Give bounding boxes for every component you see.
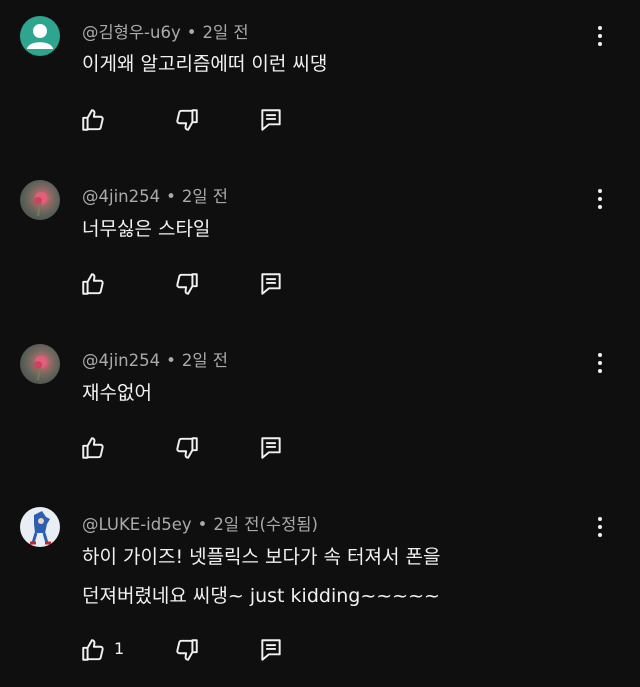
comment-text: 이게왜 알고리즘에떠 이런 씨댕 (82, 47, 327, 81)
comment-text-line: 던져버렸네요 씨댕~ just kidding~~~~~ (82, 585, 440, 607)
avatar[interactable] (20, 507, 60, 547)
avatar[interactable] (20, 16, 60, 56)
comment-actions (80, 435, 380, 461)
like-button[interactable] (80, 271, 106, 297)
dislike-button[interactable] (174, 435, 200, 461)
rose-avatar-icon (34, 356, 47, 381)
comment-item: @4jin254 • 2일 전 재수없어 (0, 330, 640, 495)
thumbs-down-icon (176, 109, 198, 131)
like-button[interactable] (80, 435, 106, 461)
comment-actions (80, 107, 380, 133)
reply-comment-icon (261, 639, 281, 661)
comment-item: @4jin254 • 2일 전 너무싫은 스타일 (0, 165, 640, 330)
comment-author[interactable]: @4jin254 (82, 187, 160, 206)
edited-label: (수정됨) (259, 515, 318, 534)
default-avatar-icon (27, 24, 53, 49)
comment-author[interactable]: @LUKE-id5ey (82, 515, 192, 534)
comment-text-line: 너무싫은 스타일 (82, 218, 211, 240)
comment-item: @김형우-u6y • 2일 전 이게왜 알고리즘에떠 이런 씨댕 (0, 0, 640, 165)
comment-actions (80, 271, 380, 297)
rose-avatar-icon (34, 192, 47, 217)
comment-meta: @4jin254 • 2일 전 (82, 183, 228, 207)
reply-button[interactable] (258, 435, 284, 461)
like-button[interactable] (80, 637, 106, 663)
character-avatar-icon (30, 511, 51, 545)
comment-author[interactable]: @김형우-u6y (82, 23, 181, 42)
like-count: 1 (114, 639, 125, 658)
thumbs-up-icon (82, 437, 104, 459)
reply-button[interactable] (258, 637, 284, 663)
dislike-button[interactable] (174, 637, 200, 663)
thumbs-up-icon (82, 109, 104, 131)
avatar[interactable] (20, 344, 60, 384)
meta-separator: • (166, 187, 176, 206)
comment-text-line: 이게왜 알고리즘에떠 이런 씨댕 (82, 53, 328, 75)
comment-text-line: 하이 가이즈! 넷플릭스 보다가 속 터져서 폰을 (82, 546, 441, 568)
thumbs-down-icon (176, 273, 198, 295)
comment-time[interactable]: 2일 전 (202, 23, 248, 42)
comment-time[interactable]: 2일 전 (182, 187, 228, 206)
comment-text-line: 재수없어 (82, 382, 152, 404)
comment-time[interactable]: 2일 전 (213, 515, 259, 534)
comment-actions: 1 (80, 637, 380, 663)
dislike-button[interactable] (174, 107, 200, 133)
meta-separator: • (186, 23, 197, 42)
comment-text: 재수없어 (82, 376, 152, 410)
more-vertical-icon[interactable] (588, 515, 612, 539)
thumbs-up-icon (82, 639, 104, 661)
comment-time[interactable]: 2일 전 (182, 351, 228, 370)
reply-comment-icon (261, 273, 281, 295)
more-vertical-icon[interactable] (588, 187, 612, 211)
reply-button[interactable] (258, 107, 284, 133)
comment-meta: @4jin254 • 2일 전 (82, 347, 228, 371)
dislike-button[interactable] (174, 271, 200, 297)
avatar[interactable] (20, 180, 60, 220)
reply-comment-icon (261, 437, 281, 459)
thumbs-down-icon (176, 437, 198, 459)
more-vertical-icon[interactable] (588, 351, 612, 375)
meta-separator: • (197, 515, 208, 534)
meta-separator: • (166, 351, 176, 370)
like-button[interactable] (80, 107, 106, 133)
comment-item: @LUKE-id5ey • 2일 전(수정됨) 하이 가이즈! 넷플릭스 보다가 속… (0, 495, 640, 687)
thumbs-down-icon (176, 639, 198, 661)
reply-comment-icon (261, 109, 281, 131)
comment-meta: @LUKE-id5ey • 2일 전(수정됨) (82, 511, 318, 535)
comment-text: 하이 가이즈! 넷플릭스 보다가 속 터져서 폰을 던져버렸네요 씨댕~ jus… (82, 540, 441, 613)
comment-meta: @김형우-u6y • 2일 전 (82, 19, 249, 43)
thumbs-up-icon (82, 273, 104, 295)
comment-text: 너무싫은 스타일 (82, 212, 210, 246)
reply-button[interactable] (258, 271, 284, 297)
more-vertical-icon[interactable] (588, 24, 612, 48)
comment-author[interactable]: @4jin254 (82, 351, 160, 370)
